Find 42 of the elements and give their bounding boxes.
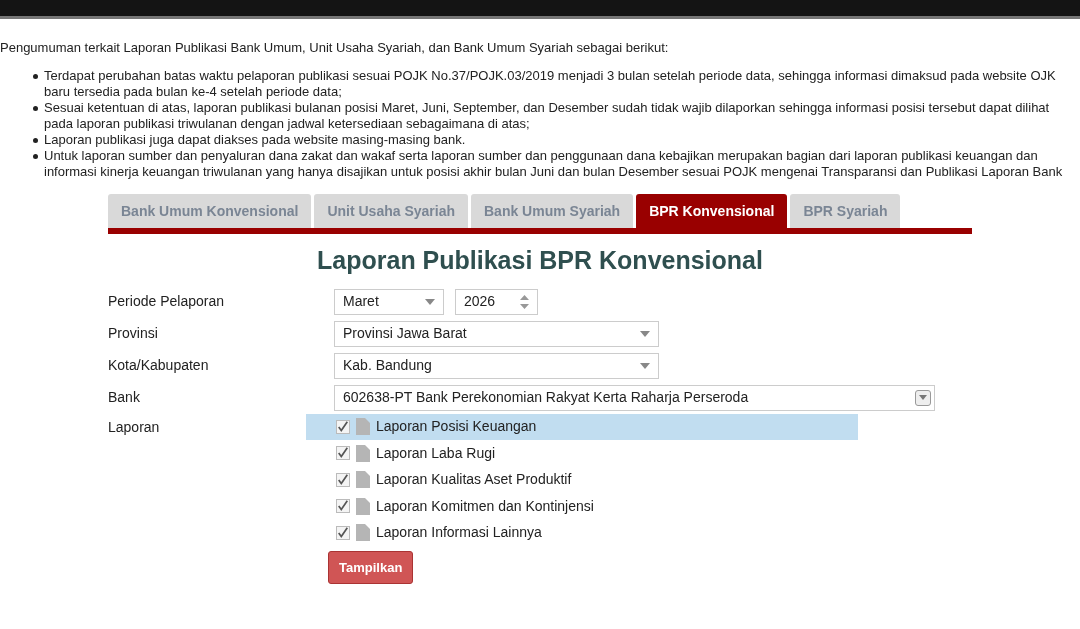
page-title: Laporan Publikasi BPR Konvensional: [316, 245, 764, 276]
checkbox[interactable]: [336, 419, 350, 434]
intro-text: Pengumuman terkait Laporan Publikasi Bank Umum, Unit Usaha Syariah, dan Bank Umum Syariah sebagai berikut:: [0, 40, 670, 56]
bullet-text: Sesuai ketentuan di atas, laporan publikasi bulanan posisi Maret, Juni, September, dan Desember sudah tidak wajib dilaporkan sehingga informasi posisi tersebut dapat dilihat pada laporan publikasi triwulanan dengan jadwal ketersediaan sebagaimana di atas;: [44, 100, 1051, 132]
report-item[interactable]: Laporan Komitmen dan Kontinjensi: [306, 493, 858, 520]
checkbox[interactable]: [336, 446, 350, 461]
tab[interactable]: BPR Konvensional: [636, 194, 788, 228]
dropdown-icon: [915, 389, 931, 406]
month-select[interactable]: Maret: [334, 288, 444, 315]
city-select[interactable]: Kab. Bandung: [334, 352, 659, 379]
checkbox[interactable]: [336, 472, 350, 487]
bullet-text: Untuk laporan sumber dan penyaluran dana zakat dan wakaf serta laporan sumber dan penggunaan dana kebajikan merupakan bagian dari laporan publikasi keuangan dan informasi kinerja keuangan triwulanan yang hanya disajikan untuk posisi akhir bulan Juni dan bulan Desember sesuai POJK mengenai Transparansi dan Publikasi Laporan Bank: [44, 148, 1064, 180]
report-item[interactable]: Laporan Laba Rugi: [306, 440, 858, 467]
caret-icon: [640, 362, 650, 369]
field-label: Periode Pelaporan: [108, 292, 225, 311]
field-label: Bank: [108, 388, 141, 407]
bullet-text: Terdapat perubahan batas waktu pelaporan publikasi sesuai POJK No.37/POJK.03/2019 menjadi 3 bulan setelah periode data, sehingga informasi dimaksud pada website OJK baru tersedia pada bulan ke-4 setelah periode data;: [44, 68, 1057, 100]
caret-icon: [425, 298, 435, 305]
bullet-icon: [33, 154, 38, 159]
field-label: Laporan: [108, 417, 161, 437]
document-icon: [356, 471, 370, 489]
field-label: Provinsi: [108, 324, 159, 343]
document-icon: [356, 444, 370, 462]
bullet-icon: [33, 74, 38, 79]
document-icon: [356, 418, 370, 436]
spinner-icon: [520, 294, 529, 309]
report-item[interactable]: Laporan Posisi Keuangan: [306, 413, 858, 440]
bullet-icon: [33, 106, 38, 111]
report-item[interactable]: Laporan Kualitas Aset Produktif: [306, 466, 858, 493]
province-select[interactable]: Provinsi Jawa Barat: [334, 320, 659, 347]
bullet-text: Laporan publikasi juga dapat diakses pada website masing-masing bank.: [44, 132, 466, 148]
document-icon: [356, 497, 370, 515]
report-item[interactable]: Laporan Informasi Lainnya: [306, 519, 858, 546]
caret-icon: [640, 330, 650, 337]
checkbox[interactable]: [336, 525, 350, 540]
submit-button[interactable]: Tampilkan: [328, 551, 414, 584]
year-field[interactable]: 2026: [455, 288, 538, 315]
bullet-icon: [33, 138, 38, 143]
checkbox[interactable]: [336, 499, 350, 514]
document-icon: [356, 524, 370, 542]
field-label: Kota/Kabupaten: [108, 356, 210, 375]
bank-select[interactable]: 602638-PT Bank Perekonomian Rakyat Kerta Raharja Perseroda: [334, 384, 935, 411]
